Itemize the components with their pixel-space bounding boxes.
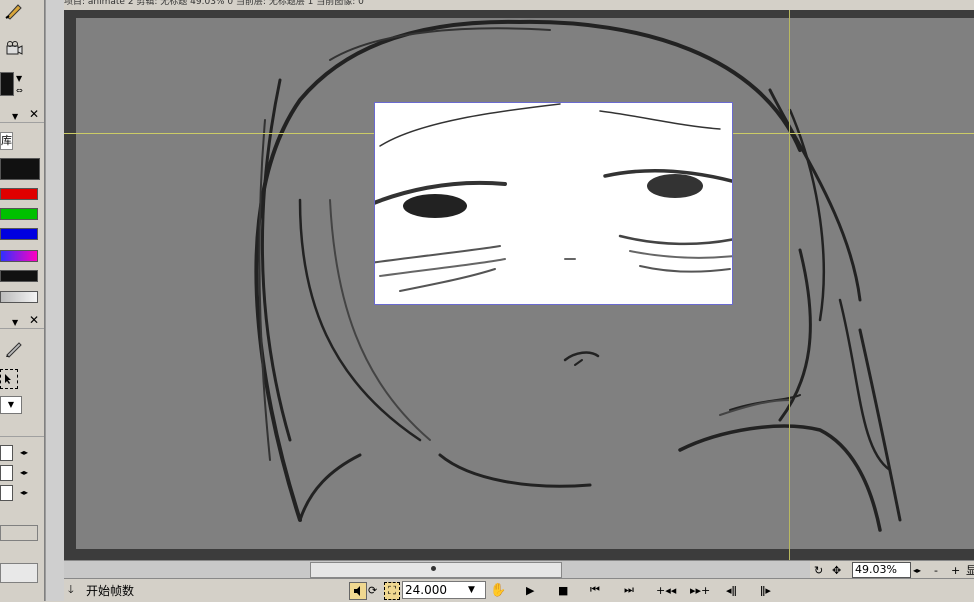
panel-close-icon[interactable]: ✕ <box>29 107 39 121</box>
rotate-view-icon[interactable]: ↻ <box>814 562 823 578</box>
stop-icon[interactable]: ■ <box>558 582 568 598</box>
start-frame-label: 开始帧数 <box>86 583 135 598</box>
width-field-3[interactable] <box>0 485 13 501</box>
color-gradient-swatch[interactable] <box>0 250 38 262</box>
last-frame-icon[interactable]: ⏭ <box>624 582 634 598</box>
swap-colors-icon[interactable]: ⇔ <box>16 86 23 95</box>
display-menu-button[interactable]: 显 <box>966 562 974 578</box>
stepper-arrows-icon[interactable]: ◂▸ <box>20 448 28 457</box>
color-black-swatch[interactable] <box>0 158 40 180</box>
divider <box>0 436 44 437</box>
prev-frame-icon[interactable]: ◂ǁ <box>726 582 737 598</box>
panel-menu-arrow-icon[interactable]: ▼ <box>12 318 18 327</box>
add-prev-frame-icon[interactable]: +◂◂ <box>656 582 676 598</box>
panel-splitter[interactable] <box>45 0 66 601</box>
stepper-arrows-icon[interactable]: ◂▸ <box>20 468 28 477</box>
panel-button-1[interactable] <box>0 525 38 541</box>
zoom-stepper-icon[interactable]: ◂▸ <box>913 562 921 578</box>
zoom-out-button[interactable]: - <box>934 562 938 578</box>
vertical-guide[interactable] <box>789 10 790 560</box>
panel-button-2[interactable] <box>0 563 38 583</box>
zoom-input[interactable]: 49.03% <box>852 562 911 578</box>
color-panel-header: ▼ ✕ <box>0 107 44 123</box>
horizontal-scrollbar[interactable] <box>64 560 810 579</box>
select-tool-icon[interactable] <box>0 369 18 389</box>
next-frame-icon[interactable]: ǁ▸ <box>760 582 771 598</box>
loop-icon[interactable]: ⟳ <box>368 582 377 598</box>
zoom-in-button[interactable]: + <box>951 562 960 578</box>
color-grey-gradient-swatch[interactable] <box>0 291 38 303</box>
drawing-stage[interactable] <box>64 10 974 560</box>
stepper-arrows-icon[interactable]: ◂▸ <box>20 488 28 497</box>
left-tool-panel: ▼ ⇔ ▼ ✕ 库 ▼ ✕ ▼ ◂▸ ◂▸ ◂▸ <box>0 0 45 601</box>
first-frame-icon[interactable]: ⏮ <box>590 582 600 598</box>
brush-icon[interactable] <box>2 0 26 22</box>
width-field-2[interactable] <box>0 465 13 481</box>
scrollbar-thumb[interactable] <box>310 562 562 578</box>
tab-library[interactable]: 库 <box>0 132 13 150</box>
center-view-icon[interactable]: ✥ <box>832 562 841 578</box>
color-red-swatch[interactable] <box>0 188 38 200</box>
eyes-sketch <box>360 103 752 292</box>
current-color-swatch[interactable] <box>0 72 14 96</box>
tool-panel-header: ▼ ✕ <box>0 313 44 329</box>
color-dark-swatch[interactable] <box>0 270 38 282</box>
scroll-thumb-grip-icon <box>431 566 436 571</box>
panel-close-icon[interactable]: ✕ <box>29 313 39 327</box>
tool-option-dropdown[interactable]: ▼ <box>0 396 22 414</box>
fit-frame-icon[interactable]: ⛶ <box>384 582 400 600</box>
color-blue-swatch[interactable] <box>0 228 38 240</box>
play-icon[interactable]: ▶ <box>526 582 534 598</box>
down-arrow-icon[interactable]: 🡓 <box>68 582 74 598</box>
timeline-controls: 🡓 开始帧数 ⟳ ⛶ 24.000 ▼ ✋ ▶ ■ ⏮ ⏭ +◂◂ ▸▸+ ◂ǁ… <box>64 578 974 602</box>
panel-menu-arrow-icon[interactable]: ▼ <box>12 112 18 121</box>
fps-dropdown-arrow-icon[interactable]: ▼ <box>468 582 475 598</box>
window-title: 项目: animate 2 剪辑: 无标题 49.03% 0 当前层: 无标题层… <box>64 0 974 10</box>
pencil-icon[interactable] <box>2 338 26 360</box>
add-next-frame-icon[interactable]: ▸▸+ <box>690 582 710 598</box>
zoom-controls: ↻ ✥ 49.03% ◂▸ - + 显 <box>810 560 974 579</box>
selection-frame[interactable] <box>360 102 752 305</box>
hand-tool-icon[interactable]: ✋ <box>490 582 506 598</box>
color-dropdown-arrow-icon[interactable]: ▼ <box>16 74 22 83</box>
camera-icon[interactable] <box>2 38 26 60</box>
color-green-swatch[interactable] <box>0 208 38 220</box>
sound-toggle-icon[interactable] <box>349 582 367 600</box>
width-field-1[interactable] <box>0 445 13 461</box>
